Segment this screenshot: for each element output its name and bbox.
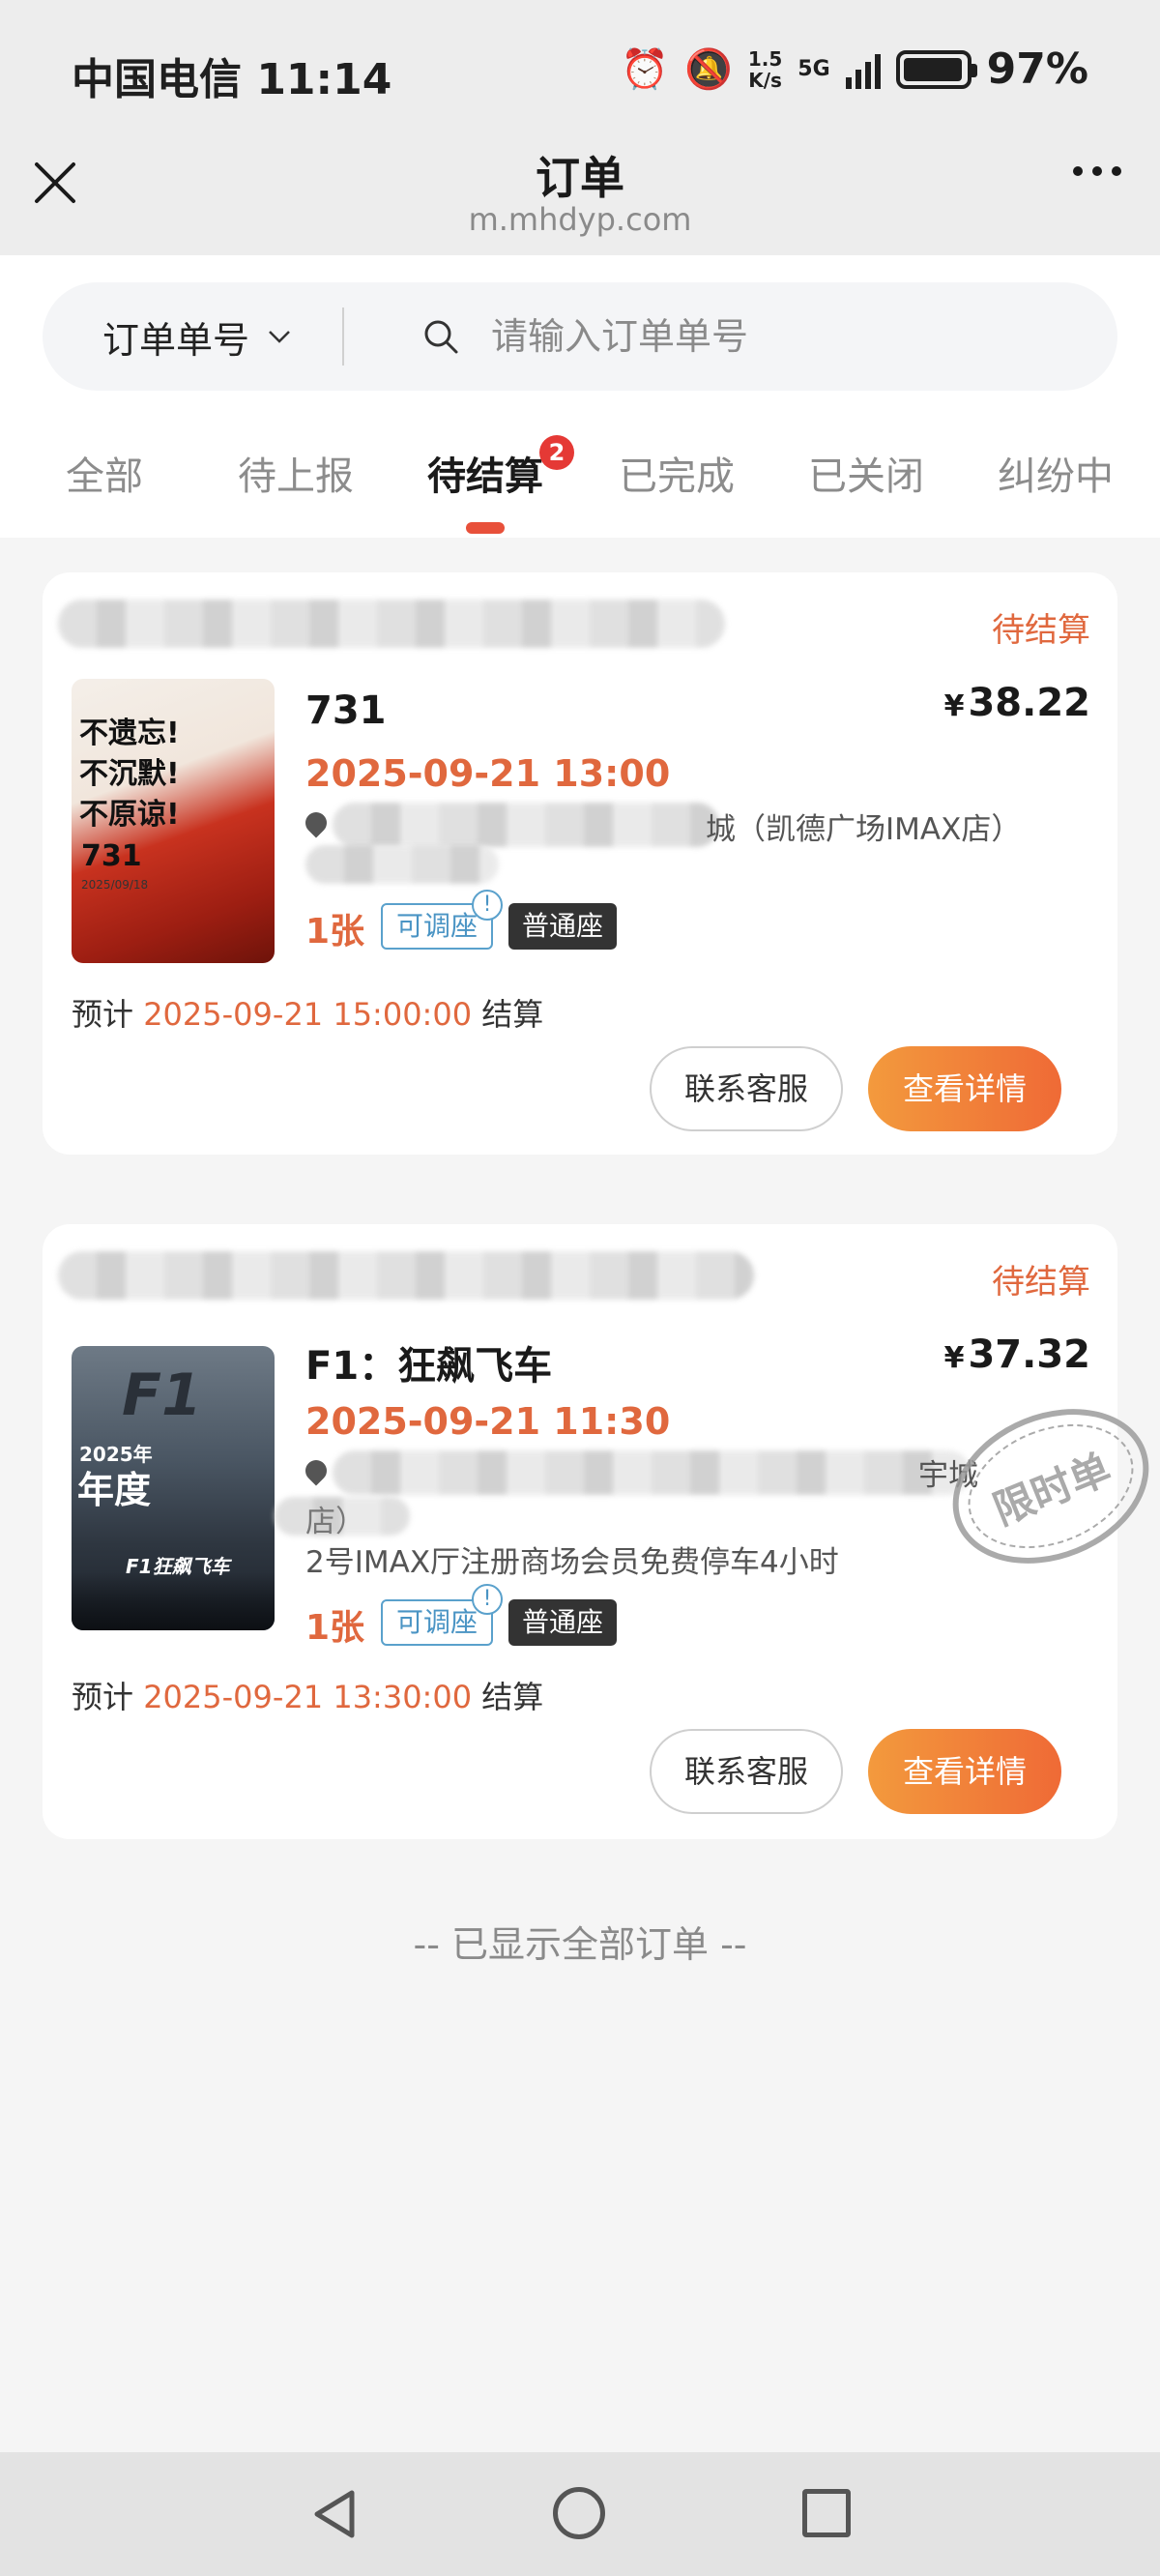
blurred-address — [333, 803, 719, 847]
search-type-label: 订单单号 — [102, 318, 250, 362]
tab-completed[interactable]: 已完成 — [619, 445, 735, 501]
tab-badge: 2 — [539, 435, 574, 470]
order-card[interactable]: 待结算 F1 2025年 年度 F1狂飙飞车 F1：狂飙飞车 ¥37.32 20… — [43, 1224, 1160, 1839]
location-pin-icon — [301, 1455, 332, 1486]
search-input[interactable] — [491, 315, 1033, 358]
blurred-hall — [305, 845, 499, 884]
net-speed: 1.5 K/s — [747, 46, 783, 92]
recent-apps-icon[interactable] — [802, 2489, 851, 2537]
alarm-icon: ⏰ — [621, 47, 670, 92]
search-icon — [424, 320, 458, 354]
list-end-note: -- 已显示全部订单 -- — [413, 1923, 747, 1966]
blurred-cinema-name — [58, 600, 725, 648]
settlement-estimate: 预计 2025-09-21 13:30:00 结算 — [72, 1679, 544, 1715]
carrier-time: 中国电信 11:14 — [72, 55, 392, 104]
movie-poster[interactable]: 不遗忘! 不沉默! 不原谅! 731 2025/09/18 — [72, 679, 275, 963]
info-icon[interactable]: ! — [472, 890, 503, 921]
address-visible: 城（凯德广场IMAX店） — [706, 812, 1022, 847]
tab-all[interactable]: 全部 — [66, 445, 143, 501]
blurred-cinema-name — [58, 1251, 754, 1300]
showtime: 2025-09-21 11:30 — [305, 1400, 671, 1443]
signal-icon — [845, 50, 881, 89]
limited-time-stamp: 限时单 — [929, 1381, 1160, 1592]
home-icon[interactable] — [553, 2487, 605, 2539]
nav-bar: 订单 m.mhdyp.com — [0, 143, 1160, 255]
movie-title: 731 — [305, 688, 387, 733]
info-icon[interactable]: ! — [472, 1584, 503, 1615]
ticket-quantity: 1张 — [305, 912, 365, 951]
network-type: 5G — [798, 57, 830, 81]
view-details-button[interactable]: 查看详情 — [868, 1729, 1061, 1814]
seat-type-tag: 普通座 — [508, 903, 618, 950]
address-line-2: 店） — [305, 1505, 365, 1539]
back-icon[interactable] — [307, 2487, 362, 2541]
chevron-down-icon — [269, 331, 290, 343]
order-card[interactable]: 待结算 不遗忘! 不沉默! 不原谅! 731 2025/09/18 731 ¥3… — [43, 572, 1117, 1155]
order-price: ¥38.22 — [943, 681, 1090, 725]
order-status: 待结算 — [992, 1263, 1090, 1302]
search-divider — [342, 307, 345, 366]
system-nav-bar — [0, 2452, 1160, 2576]
settlement-estimate: 预计 2025-09-21 15:00:00 结算 — [72, 996, 544, 1033]
tab-pending-settlement[interactable]: 待结算 — [427, 445, 543, 501]
view-details-button[interactable]: 查看详情 — [868, 1046, 1061, 1131]
movie-poster[interactable]: F1 2025年 年度 F1狂飙飞车 — [72, 1346, 275, 1630]
header: 订单单号 全部 待上报 待结算 2 已完成 已关闭 纠纷中 — [0, 255, 1160, 538]
blurred-address — [333, 1450, 971, 1495]
tab-closed[interactable]: 已关闭 — [808, 445, 924, 501]
movie-title: F1：狂飙飞车 — [305, 1344, 553, 1389]
seat-type-tag: 普通座 — [508, 1599, 618, 1646]
page-url: m.mhdyp.com — [468, 201, 692, 238]
status-tabs: 全部 待上报 待结算 2 已完成 已关闭 纠纷中 — [0, 435, 1160, 538]
order-status: 待结算 — [992, 611, 1090, 650]
tab-label: 待结算 — [427, 454, 543, 499]
tab-pending-report[interactable]: 待上报 — [238, 445, 354, 501]
tab-active-indicator — [466, 522, 505, 534]
ticket-quantity: 1张 — [305, 1608, 365, 1648]
tab-dispute[interactable]: 纠纷中 — [998, 445, 1114, 501]
contact-service-button[interactable]: 联系客服 — [650, 1729, 843, 1814]
more-icon[interactable] — [1073, 166, 1121, 176]
status-icons: ⏰ 🔕 1.5 K/s 5G 97% — [621, 44, 1088, 94]
order-price: ¥37.32 — [943, 1332, 1090, 1377]
hall-info: 2号IMAX厅注册商场会员免费停车4小时 — [305, 1545, 839, 1580]
search-bar: 订单单号 — [43, 282, 1117, 391]
status-bar: 中国电信 11:14 ⏰ 🔕 1.5 K/s 5G 97% — [0, 0, 1160, 143]
showtime: 2025-09-21 13:00 — [305, 752, 671, 795]
page-title: 订单 — [536, 152, 624, 204]
location-pin-icon — [301, 807, 332, 838]
mute-bell-icon: 🔕 — [684, 47, 733, 92]
contact-service-button[interactable]: 联系客服 — [650, 1046, 843, 1131]
battery-percent: 97% — [986, 44, 1088, 94]
search-type-dropdown[interactable]: 订单单号 — [102, 310, 292, 364]
battery-icon — [895, 49, 977, 89]
